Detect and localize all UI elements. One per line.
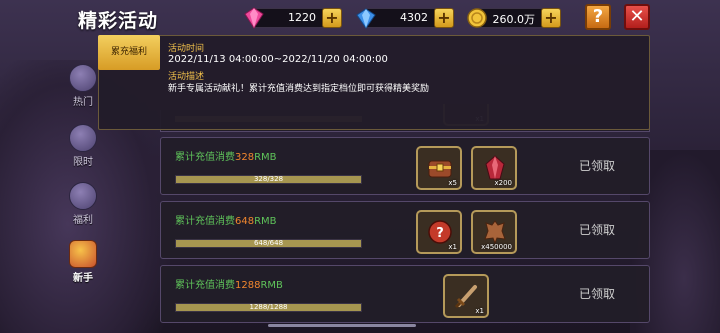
requirement-text: 累计充值消费328RMB [175, 148, 277, 163]
gold-value: 260.0万 [492, 13, 536, 26]
gift-heart-icon [69, 182, 97, 210]
reward-count: x450000 [481, 243, 512, 251]
blue-diamond-icon [356, 8, 376, 29]
progress-text: 648/648 [253, 239, 284, 247]
reward-row: 累计充值消费1288RMB 1288/1288 x1 已领取 [160, 265, 650, 323]
reward-slot[interactable]: ? x1 [416, 210, 462, 254]
nav-item-limited[interactable]: 限时 [66, 124, 100, 168]
req-amount: 1288 [235, 280, 261, 291]
diamond-value: 4302 [400, 11, 428, 24]
nav-item-hot[interactable]: 热门 [66, 64, 100, 108]
reward-count: x5 [448, 179, 457, 187]
requirement-text: 累计充值消费1288RMB [175, 276, 283, 291]
reward-row: 累计充值消费648RMB 648/648 ? x1 x450000 已领取 [160, 201, 650, 259]
gold-counter: 260.0万 + [467, 8, 561, 28]
progress-bar: 648/648 [175, 239, 362, 248]
req-amount: 328 [235, 152, 255, 163]
add-gold-button[interactable]: + [541, 8, 561, 28]
reward-slot[interactable]: x200 [471, 146, 517, 190]
progress-text: 328/328 [253, 175, 284, 183]
diamond-counter: 4302 + [356, 8, 454, 29]
req-prefix: 累计充值消费 [175, 216, 235, 227]
reward-slot[interactable]: x5 [416, 146, 462, 190]
page-title: 精彩活动 [78, 10, 159, 32]
help-button[interactable]: ? [585, 4, 611, 30]
req-amount: 648 [235, 216, 255, 227]
gold-coin-icon [467, 8, 487, 28]
svg-text:?: ? [436, 226, 444, 241]
close-button[interactable]: ✕ [624, 4, 650, 30]
reward-count: x200 [494, 179, 512, 187]
gem-value: 1220 [288, 11, 316, 24]
reward-slot[interactable]: x450000 [471, 210, 517, 254]
nav-label: 新手 [73, 273, 93, 284]
tab-recharge-welfare[interactable]: 累充福利 [98, 35, 160, 70]
scrollbar-thumb[interactable] [268, 324, 416, 327]
add-gems-button[interactable]: + [322, 8, 342, 28]
progress-bar: 328/328 [175, 175, 362, 184]
nav-item-welfare[interactable]: 福利 [66, 182, 100, 226]
nav-label: 热门 [73, 97, 93, 108]
add-diamonds-button[interactable]: + [434, 8, 454, 28]
nav-label: 福利 [73, 215, 93, 226]
claimed-status: 已领取 [579, 159, 616, 173]
clock-icon [69, 124, 97, 152]
req-prefix: 累计充值消费 [175, 280, 235, 291]
req-prefix: 累计充值消费 [175, 152, 235, 163]
reward-count: x1 [448, 243, 457, 251]
desc-value: 新手专属活动献礼！累计充值消费达到指定档位即可获得精美奖励 [168, 84, 430, 94]
newbie-gift-icon [69, 240, 97, 268]
reward-count: x1 [475, 307, 484, 315]
progress-bar: 1288/1288 [175, 303, 362, 312]
reward-row: 累计充值消费328RMB 328/328 x5 x200 已领取 [160, 137, 650, 195]
gem-counter: 1220 + [244, 7, 342, 29]
nav-label: 限时 [73, 157, 93, 168]
req-unit: RMB [254, 152, 277, 163]
nav-item-newbie[interactable]: 新手 [66, 240, 100, 284]
hot-slime-icon [69, 64, 97, 92]
progress-text: 1288/1288 [249, 303, 288, 311]
claimed-status: 已领取 [579, 287, 616, 301]
pink-gem-icon [244, 7, 264, 29]
time-value: 2022/11/13 04:00:00~2022/11/20 04:00:00 [168, 54, 388, 65]
req-unit: RMB [254, 216, 277, 227]
req-unit: RMB [260, 280, 283, 291]
reward-slot[interactable]: x1 [443, 274, 489, 318]
time-label: 活动时间 [168, 44, 205, 54]
claimed-status: 已领取 [579, 223, 616, 237]
requirement-text: 累计充值消费648RMB [175, 212, 277, 227]
